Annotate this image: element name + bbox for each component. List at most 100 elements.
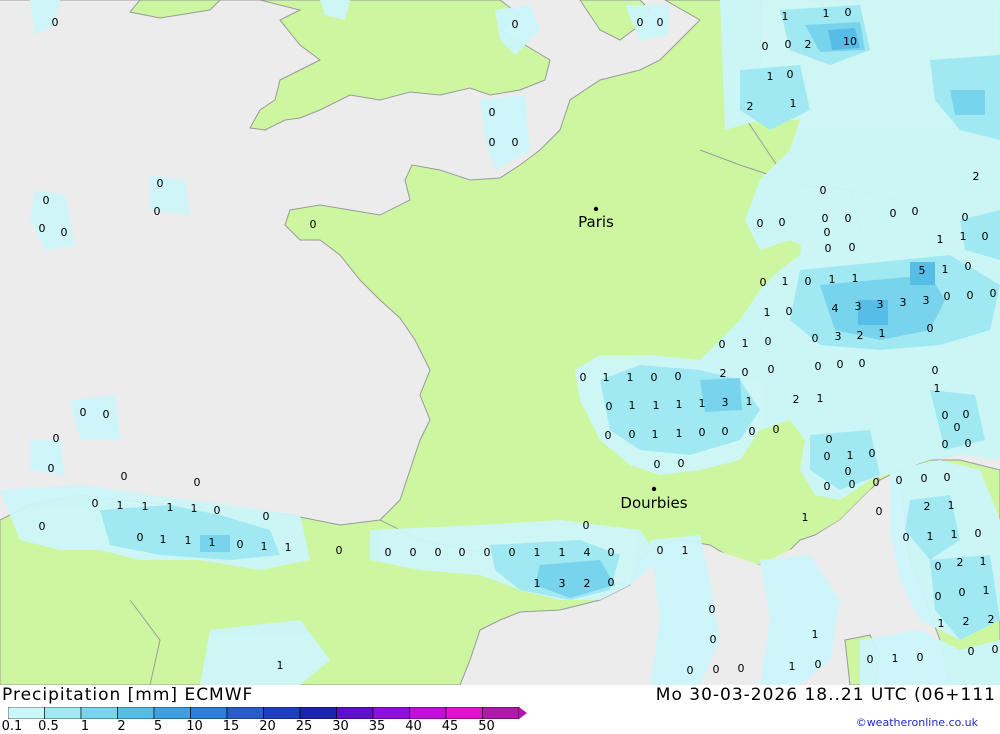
precip-value-label: 0 (435, 546, 442, 559)
precip-value-label: 0 (935, 560, 942, 573)
precip-value-label: 0 (967, 289, 974, 302)
precip-value-label: 3 (923, 294, 930, 307)
precip-value-label: 0 (944, 471, 951, 484)
precip-value-label: 10 (843, 35, 857, 48)
precip-value-label: 0 (762, 40, 769, 53)
precip-value-label: 0 (992, 643, 999, 656)
legend-tick-label: 40 (405, 719, 422, 734)
precip-value-label: 2 (924, 500, 931, 513)
legend-tick-label: 10 (186, 719, 203, 734)
precip-value-label: 2 (747, 100, 754, 113)
precip-value-label: 1 (802, 511, 809, 524)
precip-value-label: 2 (957, 556, 964, 569)
legend-swatch (226, 707, 264, 719)
precip-value-label: 0 (742, 366, 749, 379)
precip-value-label: 0 (263, 510, 270, 523)
precip-value-label: 1 (938, 617, 945, 630)
legend-tick-label: 1 (80, 719, 90, 734)
precip-value-label: 1 (980, 555, 987, 568)
precip-value-label: 0 (921, 472, 928, 485)
precip-value-label: 0 (61, 226, 68, 239)
precip-value-label: 1 (879, 327, 886, 340)
precip-value-label: 0 (968, 645, 975, 658)
city-marker (651, 486, 657, 492)
precip-value-label: 1 (812, 628, 819, 641)
legend-swatch (153, 707, 191, 719)
precip-value-label: 3 (855, 300, 862, 313)
precip-value-label: 0 (43, 194, 50, 207)
precip-value-label: 0 (954, 421, 961, 434)
precip-value-label: 1 (948, 499, 955, 512)
precip-value-label: 0 (157, 177, 164, 190)
precip-value-label: 0 (310, 218, 317, 231)
legend-swatch (117, 707, 155, 719)
precip-value-label: 1 (676, 398, 683, 411)
precip-value-label: 0 (637, 16, 644, 29)
precip-value-label: 0 (873, 476, 880, 489)
legend-tick-label: 0.1 (1, 719, 23, 734)
precip-value-label: 0 (48, 462, 55, 475)
precip-value-label: 1 (829, 273, 836, 286)
precip-value-label: 0 (812, 332, 819, 345)
precip-value-label: 0 (80, 406, 87, 419)
precip-value-label: 0 (738, 662, 745, 675)
legend-tick-label: 15 (222, 719, 240, 734)
precip-value-label: 0 (869, 447, 876, 460)
precip-value-label: 0 (845, 212, 852, 225)
precip-value-label: 1 (652, 428, 659, 441)
precip-value-label: 0 (815, 360, 822, 373)
precip-value-label: 1 (983, 584, 990, 597)
precip-value-label: 0 (982, 230, 989, 243)
precip-value-label: 0 (760, 276, 767, 289)
precip-value-label: 0 (815, 658, 822, 671)
precip-value-label: 1 (767, 70, 774, 83)
precip-value-label: 0 (608, 576, 615, 589)
precip-value-label: 0 (959, 586, 966, 599)
precip-value-label: 0 (932, 364, 939, 377)
precip-value-label: 0 (765, 335, 772, 348)
precip-value-label: 0 (912, 205, 919, 218)
credit-link[interactable]: ©weatheronline.co.uk (856, 716, 978, 729)
precip-value-label: 0 (824, 450, 831, 463)
precip-value-label: 1 (764, 306, 771, 319)
precip-value-label: 0 (749, 425, 756, 438)
precip-value-label: 0 (154, 205, 161, 218)
precip-value-label: 0 (867, 653, 874, 666)
city-label-dourbies: Dourbies (620, 494, 687, 512)
precip-value-label: 1 (847, 449, 854, 462)
precip-value-label: 0 (583, 519, 590, 532)
precip-value-label: 1 (782, 10, 789, 23)
precip-value-label: 1 (261, 540, 268, 553)
precip-value-label: 0 (92, 497, 99, 510)
legend-tick-label: 45 (441, 719, 459, 734)
precip-value-label: 1 (277, 659, 284, 672)
precip-value-label: 0 (137, 531, 144, 544)
precip-value-label: 0 (687, 664, 694, 677)
precip-value-label: 0 (719, 338, 726, 351)
precip-value-label: 0 (773, 423, 780, 436)
precip-value-label: 0 (459, 546, 466, 559)
precip-value-label: 0 (654, 458, 661, 471)
precip-value-label: 2 (973, 170, 980, 183)
precip-value-label: 0 (121, 470, 128, 483)
precip-value-label: 0 (53, 432, 60, 445)
precip-value-label: 0 (489, 106, 496, 119)
precip-value-label: 3 (877, 298, 884, 311)
legend-tick-label: 50 (478, 719, 495, 734)
precip-value-label: 0 (990, 287, 997, 300)
precip-value-label: 2 (805, 38, 812, 51)
precip-value-label: 0 (657, 16, 664, 29)
precip-value-label: 1 (746, 395, 753, 408)
precip-value-label: 1 (167, 501, 174, 514)
legend-tick-label: 30 (332, 719, 349, 734)
precip-value-label: 0 (903, 531, 910, 544)
color-legend (8, 707, 527, 719)
legend-swatch (8, 707, 45, 719)
precip-value-label: 1 (823, 7, 830, 20)
precip-value-label: 0 (237, 538, 244, 551)
precip-value-label: 0 (39, 520, 46, 533)
precip-value-label: 1 (892, 652, 899, 665)
precip-value-label: 0 (512, 18, 519, 31)
precip-value-label: 0 (39, 222, 46, 235)
legend-swatch (372, 707, 410, 719)
